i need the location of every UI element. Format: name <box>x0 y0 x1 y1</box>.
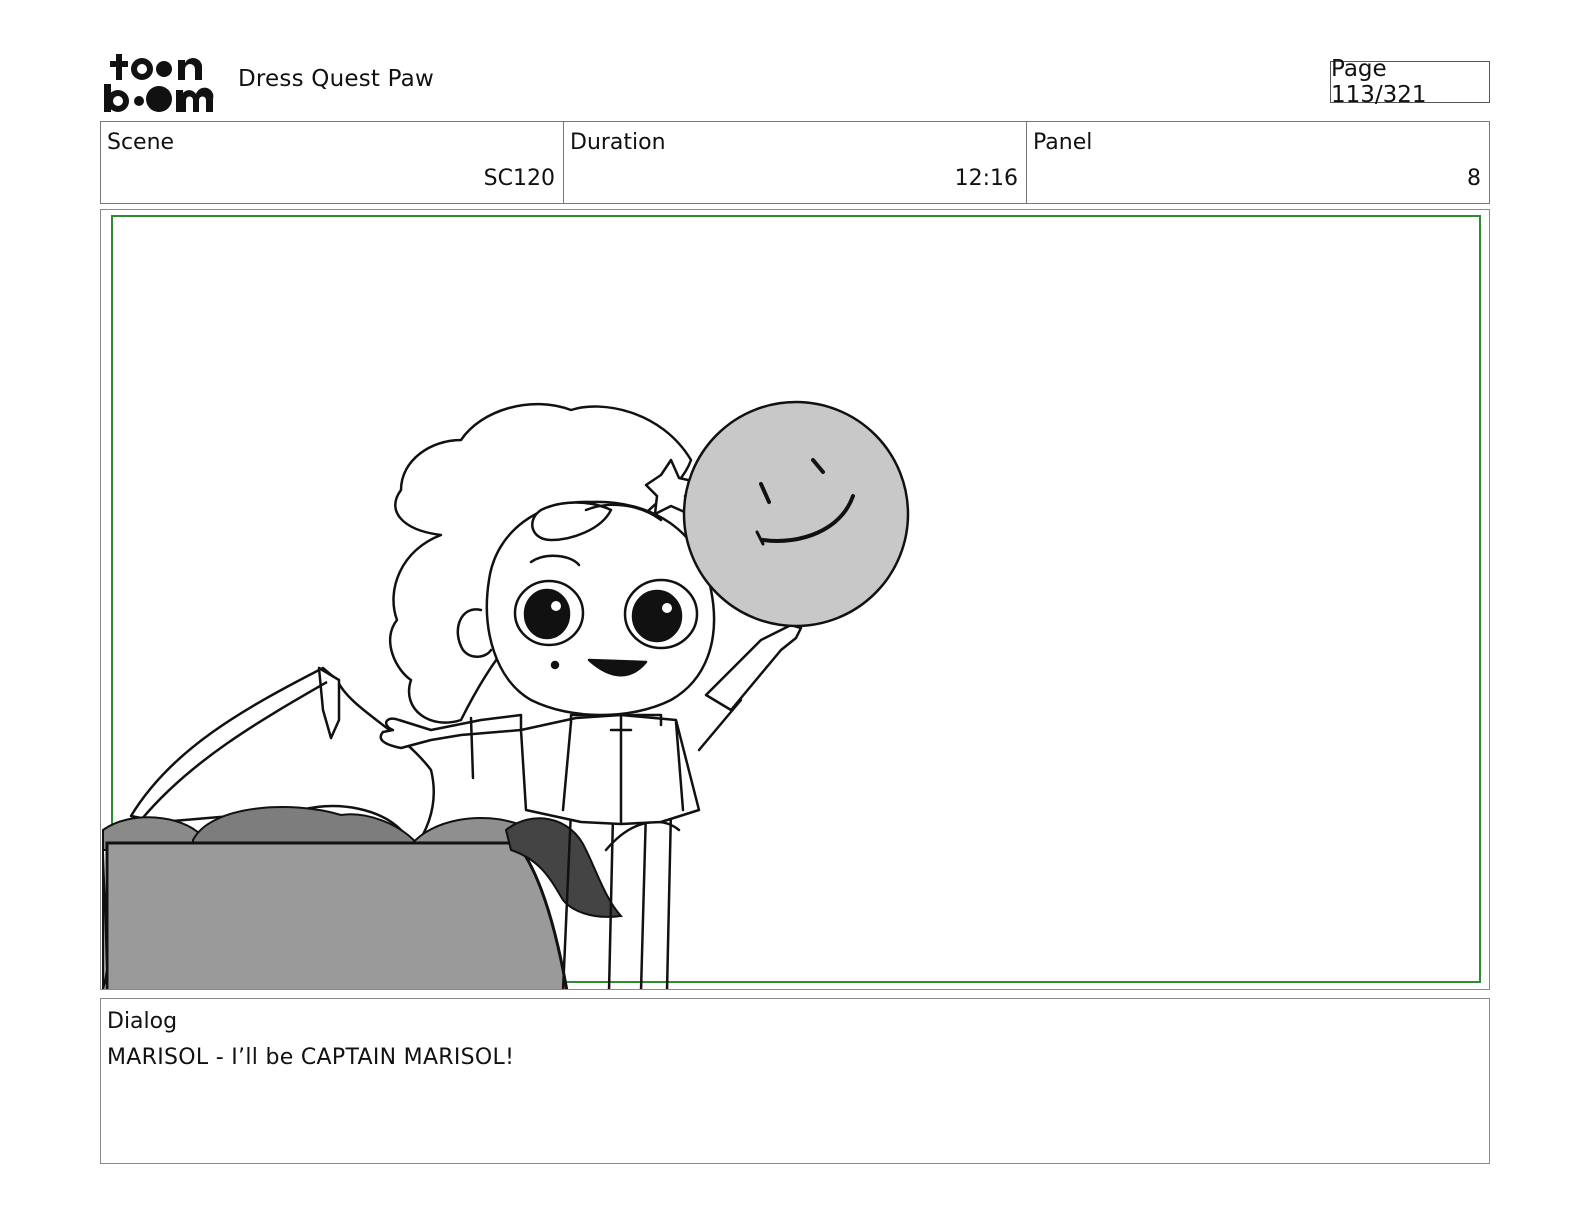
duration-value: 12:16 <box>954 166 1018 191</box>
storyboard-info-row: Scene SC120 Duration 12:16 Panel 8 <box>100 121 1490 204</box>
project-title: Dress Quest Paw <box>238 66 434 92</box>
duration-cell: Duration 12:16 <box>564 122 1027 203</box>
page-indicator: Page 113/321 <box>1330 56 1490 108</box>
scene-label: Scene <box>107 130 175 155</box>
smiley-balloon <box>682 400 910 628</box>
panel-drawing <box>102 215 1481 989</box>
toon-boom-logo <box>104 54 214 112</box>
panel-image-frame <box>100 209 1490 990</box>
dialog-box: Dialog MARISOL - I’ll be CAPTAIN MARISOL… <box>100 998 1490 1164</box>
panel-cell: Panel 8 <box>1027 122 1489 203</box>
panel-value: 8 <box>1467 166 1481 191</box>
duration-label: Duration <box>570 130 666 155</box>
scene-value: SC120 <box>483 166 555 191</box>
dress-up-box <box>105 841 569 989</box>
panel-label: Panel <box>1033 130 1093 155</box>
dialog-label: Dialog <box>107 1009 178 1034</box>
dialog-text: MARISOL - I’ll be CAPTAIN MARISOL! <box>107 1045 515 1070</box>
scene-cell: Scene SC120 <box>101 122 564 203</box>
